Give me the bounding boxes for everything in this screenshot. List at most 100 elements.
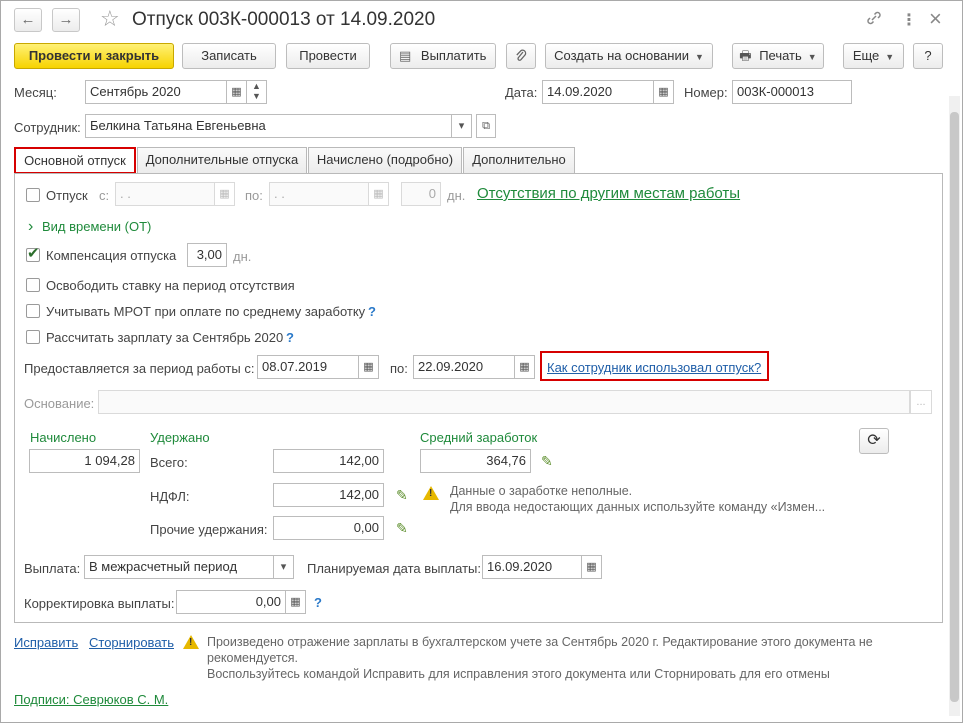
calendar-icon[interactable]: ▦ xyxy=(215,182,235,206)
employee-label: Сотрудник: xyxy=(14,120,81,135)
create-based-on-label: Создать на основании xyxy=(554,48,689,63)
ndfl-value[interactable]: 142,00 xyxy=(273,483,384,507)
accrued-value[interactable]: 1 094,28 xyxy=(29,449,140,473)
forward-button[interactable]: → xyxy=(52,8,80,32)
dropdown-icon[interactable]: ▾ xyxy=(452,114,472,138)
vacation-checkbox[interactable] xyxy=(26,188,40,202)
more-button[interactable]: Еще ▼ xyxy=(843,43,904,69)
refresh-button[interactable]: ⟳ xyxy=(859,428,889,454)
print-button[interactable]: 🖶 Печать ▼ xyxy=(732,43,824,69)
create-based-on-button[interactable]: Создать на основании ▼ xyxy=(545,43,713,69)
vacation-days-input[interactable]: 0 xyxy=(401,182,441,206)
reverse-link[interactable]: Сторнировать xyxy=(89,635,174,650)
pay-label: Выплатить xyxy=(420,48,487,63)
help-question-icon[interactable]: ? xyxy=(286,330,294,345)
dropdown-icon[interactable]: ▾ xyxy=(274,555,294,579)
help-question-icon[interactable]: ? xyxy=(314,595,322,610)
calendar-icon[interactable]: ▦ xyxy=(654,80,674,104)
total-value[interactable]: 142,00 xyxy=(273,449,384,473)
vacation-to-label: по: xyxy=(245,188,263,203)
basis-input[interactable] xyxy=(98,390,910,414)
avg-earnings-label: Средний заработок xyxy=(420,430,538,445)
correction-label: Корректировка выплаты: xyxy=(24,596,175,611)
pencil-icon[interactable]: ✎ xyxy=(396,520,408,537)
compensation-days-input[interactable]: 3,00 xyxy=(187,243,227,267)
close-icon[interactable]: × xyxy=(929,6,942,32)
consider-mrot-label: Учитывать МРОТ при оплате по среднему за… xyxy=(46,304,366,319)
window-title: Отпуск 003К-000013 от 14.09.2020 xyxy=(132,9,436,30)
menu-icon[interactable]: ⋮ xyxy=(901,10,917,30)
payment-label: Выплата: xyxy=(24,561,81,576)
vacation-days-unit: дн. xyxy=(447,188,466,203)
posting-message-line3: Воспользуйтесь командой Исправить для ис… xyxy=(207,667,830,681)
open-icon[interactable]: ⧉ xyxy=(476,114,496,138)
total-label: Всего: xyxy=(150,455,188,470)
pencil-icon[interactable]: ✎ xyxy=(396,487,408,504)
pencil-icon[interactable]: ✎ xyxy=(541,453,553,470)
release-rate-checkbox[interactable] xyxy=(26,278,40,292)
calc-salary-checkbox[interactable] xyxy=(26,330,40,344)
tab-additional-vacations[interactable]: Дополнительные отпуска xyxy=(137,147,307,173)
printer-icon: 🖶 xyxy=(739,48,752,63)
tab-main-vacation[interactable]: Основной отпуск xyxy=(14,147,136,174)
other-withholdings-value[interactable]: 0,00 xyxy=(273,516,384,540)
correction-input[interactable]: 0,00 xyxy=(176,590,286,614)
post-button[interactable]: Провести xyxy=(286,43,370,69)
favorite-star-icon[interactable]: ☆ xyxy=(100,6,120,32)
planned-date-input[interactable]: 16.09.2020 xyxy=(482,555,582,579)
forward-icon: → xyxy=(58,11,74,28)
planned-date-label: Планируемая дата выплаты: xyxy=(307,561,481,576)
month-spin-icon[interactable]: ▲ ▼ xyxy=(247,80,267,104)
time-type-toggle[interactable]: › Вид времени (ОТ) xyxy=(28,218,151,236)
calendar-icon[interactable]: ▦ xyxy=(227,80,247,104)
attach-button[interactable] xyxy=(506,43,536,69)
pay-button[interactable]: ▤ Выплатить xyxy=(390,43,496,69)
warning-icon xyxy=(183,635,199,649)
chevron-down-icon: ▼ xyxy=(694,52,704,62)
month-label: Месяц: xyxy=(14,85,57,100)
period-from-input[interactable]: 08.07.2019 xyxy=(257,355,359,379)
link-icon[interactable] xyxy=(866,10,882,31)
calculator-icon[interactable]: ▦ xyxy=(286,590,306,614)
post-and-close-button[interactable]: Провести и закрыть xyxy=(14,43,174,69)
calc-salary-label: Рассчитать зарплату за Сентябрь 2020 xyxy=(46,330,284,345)
avg-earnings-value[interactable]: 364,76 xyxy=(420,449,531,473)
vacation-to-input[interactable]: . . xyxy=(269,182,369,206)
compensation-checkbox[interactable] xyxy=(26,244,40,262)
date-label: Дата: xyxy=(505,85,538,100)
vacation-usage-link[interactable]: Как сотрудник использовал отпуск? xyxy=(547,360,761,375)
signatures-link[interactable]: Подписи: Севрюков С. М. xyxy=(14,692,168,707)
month-input[interactable]: Сентябрь 2020 xyxy=(85,80,227,104)
consider-mrot-checkbox[interactable] xyxy=(26,304,40,318)
help-button[interactable]: ? xyxy=(913,43,943,69)
calendar-icon[interactable]: ▦ xyxy=(582,555,602,579)
save-button[interactable]: Записать xyxy=(182,43,276,69)
compensation-label: Компенсация отпуска xyxy=(46,248,177,263)
calendar-icon[interactable]: ▦ xyxy=(369,182,389,206)
earnings-warning-line1: Данные о заработке неполные. xyxy=(450,484,633,498)
date-input[interactable]: 14.09.2020 xyxy=(542,80,654,104)
ndfl-label: НДФЛ: xyxy=(150,489,190,504)
tab-additional[interactable]: Дополнительно xyxy=(463,147,575,173)
vacation-from-input[interactable]: . . xyxy=(115,182,215,206)
help-question-icon[interactable]: ? xyxy=(368,304,376,319)
time-type-label: Вид времени (ОТ) xyxy=(41,219,152,234)
number-input[interactable]: 003К-000013 xyxy=(732,80,852,104)
basis-label: Основание: xyxy=(24,396,95,411)
scrollbar-thumb[interactable] xyxy=(950,112,959,702)
calendar-icon[interactable]: ▦ xyxy=(359,355,379,379)
employee-input[interactable]: Белкина Татьяна Евгеньевна xyxy=(85,114,452,138)
warning-icon xyxy=(423,486,439,500)
vacation-from-label: с: xyxy=(99,188,110,203)
earnings-warning-line2[interactable]: Для ввода недостающих данных используйте… xyxy=(450,500,825,515)
basis-select-button[interactable]: ... xyxy=(910,390,932,414)
calendar-icon[interactable]: ▦ xyxy=(515,355,535,379)
fix-link[interactable]: Исправить xyxy=(14,635,78,650)
paperclip-icon xyxy=(516,49,527,61)
period-to-input[interactable]: 22.09.2020 xyxy=(413,355,515,379)
compensation-days-unit: дн. xyxy=(233,249,252,264)
payment-select[interactable]: В межрасчетный период xyxy=(84,555,274,579)
tab-accrued-detailed[interactable]: Начислено (подробно) xyxy=(308,147,462,173)
other-absences-link[interactable]: Отсутствия по другим местам работы xyxy=(477,185,740,202)
back-button[interactable]: ← xyxy=(14,8,42,32)
